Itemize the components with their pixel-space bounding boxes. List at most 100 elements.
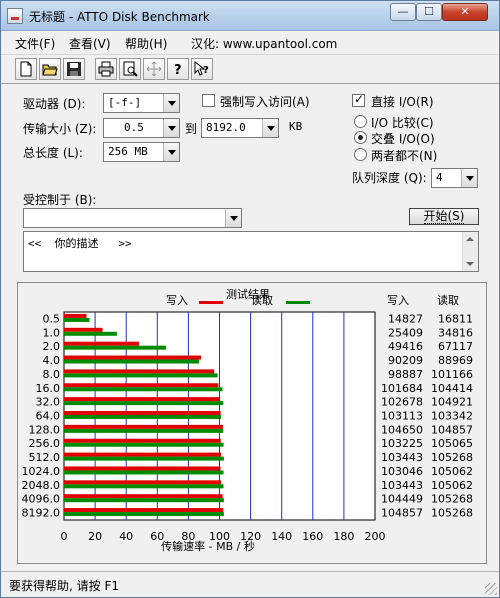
y-tick-label: 2.0 — [43, 340, 61, 353]
resize-grip-icon[interactable] — [485, 583, 497, 595]
read-value: 103342 — [431, 410, 473, 423]
bar-write — [64, 397, 220, 402]
move-icon[interactable] — [143, 58, 165, 80]
io-compare-radio[interactable] — [354, 115, 367, 128]
controlled-by-label: 受控制于 (B): — [23, 193, 97, 207]
direct-io-checkbox[interactable] — [352, 92, 365, 107]
y-tick-label: 4.0 — [43, 354, 61, 367]
start-button-label: 开始(S) — [423, 209, 465, 224]
y-tick-label: 16.0 — [36, 382, 61, 395]
transfer-to-value: 8192.0 — [206, 121, 246, 134]
menu-bar: 文件(F) 查看(V) 帮助(H) 汉化: www.upantool.com — [1, 31, 499, 53]
drive-select[interactable]: [-f-] — [103, 93, 180, 113]
total-length-value: 256 MB — [108, 145, 148, 158]
x-tick-label: 140 — [271, 530, 292, 543]
x-axis-label: 传输速率 - MB / 秒 — [161, 539, 255, 553]
bar-write — [64, 355, 201, 360]
write-value: 25409 — [388, 326, 423, 339]
overlap-io-label: 交叠 I/O(O) — [371, 132, 435, 146]
toolbar: ? ? — [1, 54, 499, 84]
new-icon[interactable] — [15, 58, 37, 80]
read-value: 105065 — [431, 437, 473, 450]
drive-label: 驱动器 (D): — [23, 97, 86, 111]
y-tick-label: 4096.0 — [22, 493, 61, 506]
queue-depth-select[interactable]: 4 — [431, 168, 478, 188]
transfer-to-select[interactable]: 8192.0 — [201, 118, 279, 138]
bar-read — [64, 498, 224, 503]
read-value: 104414 — [431, 382, 473, 395]
menu-view[interactable]: 查看(V) — [69, 35, 111, 52]
read-value: 104921 — [431, 396, 473, 409]
write-value: 98887 — [388, 368, 423, 381]
bar-read — [64, 387, 223, 392]
results-panel: 测试结果 写入 读取 写入 读取 0 20 40 60 80 100 120 140 160 180 200 传… — [17, 282, 487, 564]
context-help-icon[interactable]: ? — [191, 58, 213, 80]
write-value: 103046 — [381, 465, 423, 478]
read-value: 105268 — [431, 507, 473, 520]
description-scrollbar[interactable] — [462, 232, 478, 271]
legend-swatch-read — [286, 301, 310, 304]
write-value: 104650 — [381, 423, 423, 436]
bar-write — [64, 452, 222, 457]
svg-text:?: ? — [174, 63, 182, 77]
minimize-button[interactable]: — — [390, 3, 416, 21]
bar-write — [64, 480, 222, 485]
chevron-down-icon[interactable] — [163, 143, 179, 161]
print-preview-icon[interactable] — [119, 58, 141, 80]
maximize-button[interactable]: ☐ — [416, 3, 442, 21]
neither-radio[interactable] — [354, 148, 367, 161]
write-value: 103443 — [381, 479, 423, 492]
description-textarea[interactable]: << 你的描述 >> — [23, 231, 479, 272]
bar-read — [64, 456, 224, 461]
open-icon[interactable] — [39, 58, 61, 80]
chevron-down-icon[interactable] — [225, 209, 241, 227]
print-icon[interactable] — [95, 58, 117, 80]
total-length-select[interactable]: 256 MB — [103, 142, 180, 162]
column-header-write: 写入 — [387, 294, 409, 307]
scroll-up-icon[interactable] — [466, 237, 474, 241]
force-write-checkbox[interactable] — [202, 94, 215, 107]
x-tick-label: 160 — [302, 530, 323, 543]
write-value: 14827 — [388, 312, 423, 325]
start-button[interactable]: 开始(S) — [409, 208, 479, 225]
force-write-label: 强制写入访问(A) — [220, 95, 310, 109]
controlled-by-select[interactable] — [23, 208, 242, 228]
bar-read — [64, 317, 90, 322]
menu-translation-link[interactable]: 汉化: www.upantool.com — [191, 35, 337, 52]
chevron-down-icon[interactable] — [163, 94, 179, 112]
x-tick-label: 40 — [119, 530, 133, 543]
scroll-down-icon[interactable] — [466, 262, 474, 266]
overlap-io-radio[interactable] — [354, 131, 367, 144]
bar-read — [64, 470, 224, 475]
total-length-label: 总长度 (L): — [23, 146, 83, 160]
transfer-from-select[interactable]: 0.5 — [103, 118, 180, 138]
y-tick-label: 128.0 — [29, 423, 61, 436]
drive-value: [-f-] — [108, 96, 142, 109]
bar-read — [64, 428, 224, 433]
save-icon[interactable] — [63, 58, 85, 80]
x-tick-label: 180 — [333, 530, 354, 543]
io-compare-label: I/O 比较(C) — [371, 116, 434, 130]
menu-file[interactable]: 文件(F) — [15, 35, 55, 52]
chevron-down-icon[interactable] — [461, 169, 477, 187]
bar-read — [64, 415, 221, 419]
close-button[interactable]: ✕ — [442, 3, 488, 21]
y-tick-label: 512.0 — [29, 451, 61, 464]
queue-depth-label: 队列深度 (Q): — [352, 171, 427, 185]
chevron-down-icon[interactable] — [163, 119, 179, 137]
bar-write — [64, 438, 221, 443]
y-tick-label: 2048.0 — [22, 479, 61, 492]
help-icon[interactable]: ? — [167, 58, 189, 80]
y-tick-label: 1.0 — [43, 326, 61, 339]
menu-help[interactable]: 帮助(H) — [125, 35, 167, 52]
y-tick-label: 64.0 — [36, 410, 61, 423]
transfer-size-label: 传输大小 (Z): — [23, 122, 97, 136]
bar-write — [64, 313, 87, 318]
bar-write — [64, 341, 140, 346]
unit-label: KB — [289, 120, 303, 133]
read-value: 101166 — [431, 368, 473, 381]
app-icon — [7, 8, 23, 24]
chevron-down-icon[interactable] — [262, 119, 278, 137]
bar-read — [64, 373, 218, 378]
title-bar[interactable]: 无标题 - ATTO Disk Benchmark — ☐ ✕ — [1, 1, 499, 31]
